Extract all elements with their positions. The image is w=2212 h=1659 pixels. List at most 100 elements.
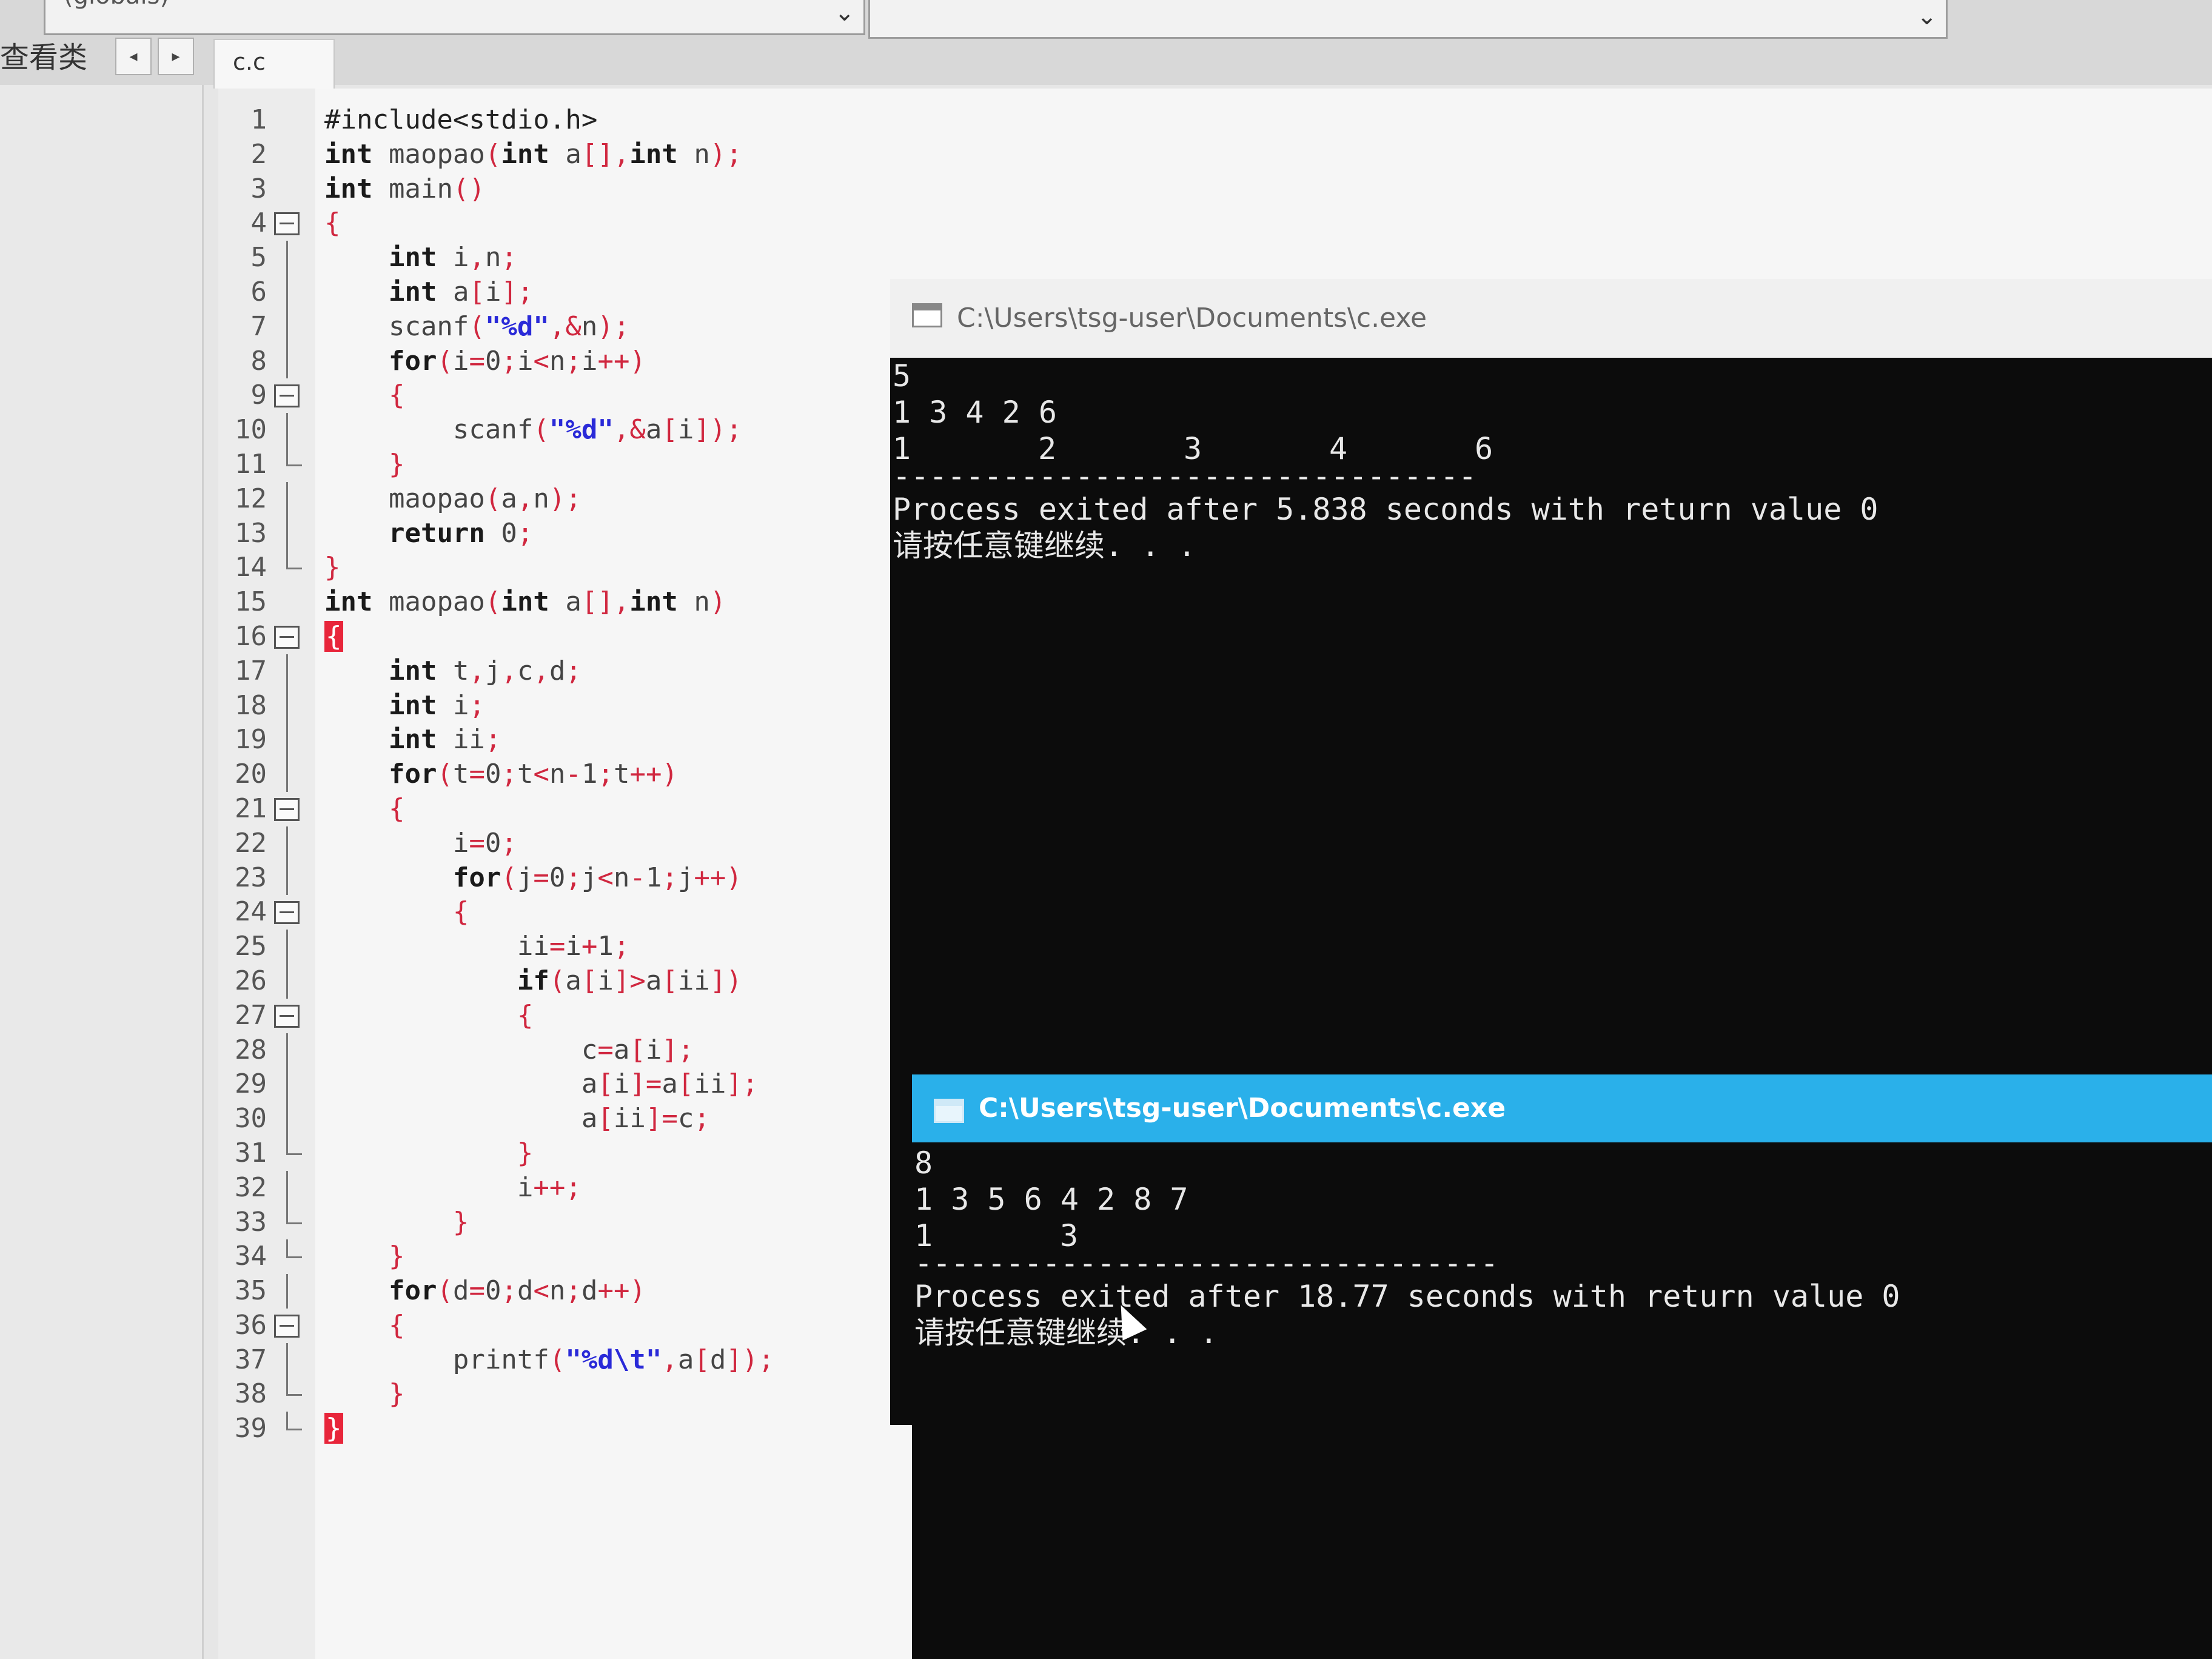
code-text: if(a[i]>a[ii]): [517, 965, 742, 996]
class-view-tab[interactable]: 查看类: [0, 35, 87, 80]
line-number: 22: [235, 827, 267, 859]
scope-combobox[interactable]: (globals) ⌄: [44, 0, 865, 35]
code-text: {: [517, 999, 534, 1031]
output-value: 1: [914, 1218, 933, 1253]
line-number: 20: [235, 759, 267, 790]
class-browser-panel: [0, 85, 204, 1659]
console-window-2[interactable]: C:\Users\tsg-user\Documents\c.exe 8 1 3 …: [912, 1074, 2212, 1659]
line-number: 19: [235, 724, 267, 756]
code-text: int maopao(int a[],int n): [324, 586, 726, 618]
console-title: C:\Users\tsg-user\Documents\c.exe: [979, 1093, 1506, 1124]
line-number: 15: [235, 586, 267, 618]
output-value: 1: [893, 431, 911, 466]
output-value: 3: [1060, 1218, 1079, 1253]
fold-collapse-icon[interactable]: [274, 384, 300, 408]
code-text: int a[i];: [388, 276, 534, 307]
code-text: printf("%d\t",a[d]);: [324, 1344, 774, 1375]
fold-guide: [286, 723, 288, 758]
line-number: 13: [235, 517, 267, 549]
console-exit-message: Process exited after 5.838 seconds with …: [893, 492, 1879, 527]
console-input-count: 8: [914, 1145, 933, 1181]
fold-guide: [286, 757, 288, 792]
member-combobox[interactable]: ⌄: [868, 0, 1948, 39]
fold-collapse-icon[interactable]: [274, 797, 300, 821]
code-text: int t,j,c,d;: [388, 655, 581, 686]
console-output: 8 1 3 5 6 4 2 8 7 1 3 ------------------…: [914, 1145, 2212, 1351]
fold-end-marker: [286, 1136, 302, 1155]
code-text: }: [517, 1137, 534, 1168]
code-text: int maopao(int a[],int n);: [324, 138, 742, 170]
fold-collapse-icon[interactable]: [274, 901, 300, 925]
fold-guide: [286, 688, 288, 723]
code-text: for(t=0;t<n-1;t++): [388, 759, 678, 790]
output-value: 3: [1184, 431, 1202, 466]
code-text: }: [324, 552, 341, 583]
fold-guide: [286, 241, 288, 275]
console-titlebar[interactable]: C:\Users\tsg-user\Documents\c.exe: [890, 279, 2212, 358]
code-text: int ii;: [388, 724, 501, 756]
line-number: 36: [235, 1309, 267, 1341]
line-number: 27: [235, 999, 267, 1031]
line-number: 5: [250, 242, 267, 273]
line-number: 32: [235, 1171, 267, 1203]
fold-guide: [286, 1274, 288, 1309]
fold-guide: [286, 516, 288, 551]
fold-guide: [286, 930, 288, 964]
code-text: {: [324, 620, 343, 652]
fold-end-marker: [286, 1377, 302, 1396]
line-number: 3: [250, 173, 267, 204]
console-title: C:\Users\tsg-user\Documents\c.exe: [957, 303, 1427, 333]
output-value: 4: [1329, 431, 1348, 466]
code-text: c=a[i];: [324, 1034, 694, 1065]
code-text: }: [388, 1378, 405, 1410]
console-exit-message: Process exited after 18.77 seconds with …: [914, 1279, 1900, 1314]
console-continue-prompt: 请按任意键继续. . .: [893, 528, 1196, 563]
code-text: int i,n;: [388, 242, 517, 273]
line-number: 23: [235, 862, 267, 893]
scope-combobox-value: (globals): [64, 0, 169, 10]
console-separator: --------------------------------: [914, 1245, 1499, 1281]
fold-end-marker: [286, 1412, 302, 1431]
code-text: {: [388, 793, 405, 824]
code-text: int i;: [388, 689, 485, 721]
console-continue-prompt: 请按任意键继续. . .: [914, 1315, 1218, 1350]
console-titlebar[interactable]: C:\Users\tsg-user\Documents\c.exe: [912, 1074, 2212, 1142]
line-number: 37: [235, 1344, 267, 1375]
tab-c-c[interactable]: c.c: [213, 39, 335, 89]
fold-collapse-icon[interactable]: [274, 1314, 300, 1338]
fold-end-marker: [286, 1205, 302, 1224]
line-number: 33: [235, 1206, 267, 1238]
fold-end-marker: [286, 447, 302, 466]
fold-guide: [286, 344, 288, 379]
console-input-count: 5: [893, 358, 911, 394]
fold-guide: [286, 1170, 288, 1205]
code-text: i=0;: [324, 827, 517, 859]
fold-guide: [286, 1342, 288, 1378]
chevron-down-icon[interactable]: ⌄: [1917, 4, 1937, 28]
chevron-down-icon[interactable]: ⌄: [834, 1, 855, 25]
fold-guide: [286, 413, 288, 447]
code-text: a[i]=a[ii];: [324, 1068, 759, 1100]
fold-collapse-icon[interactable]: [274, 212, 300, 236]
fold-collapse-icon[interactable]: [274, 1004, 300, 1028]
code-text: {: [324, 207, 341, 239]
line-number: 28: [235, 1034, 267, 1065]
nav-prev-button[interactable]: ◂: [115, 38, 152, 75]
code-text: for(i=0;i<n;i++): [388, 345, 646, 377]
code-text: int main(): [324, 173, 485, 204]
code-text: }: [452, 1206, 469, 1238]
fold-guide: [286, 309, 288, 344]
fold-end-marker: [286, 551, 302, 570]
line-number: 7: [250, 310, 267, 342]
fold-collapse-icon[interactable]: [274, 625, 300, 649]
console-app-icon: [934, 1099, 964, 1123]
line-number: 6: [250, 276, 267, 307]
nav-next-button[interactable]: ▸: [158, 38, 194, 75]
line-number: 25: [235, 931, 267, 962]
code-text: }: [324, 1413, 343, 1444]
fold-guide: [286, 275, 288, 310]
line-number: 11: [235, 448, 267, 480]
line-number: 34: [235, 1241, 267, 1272]
line-number: 14: [235, 552, 267, 583]
fold-end-marker: [286, 1239, 302, 1259]
